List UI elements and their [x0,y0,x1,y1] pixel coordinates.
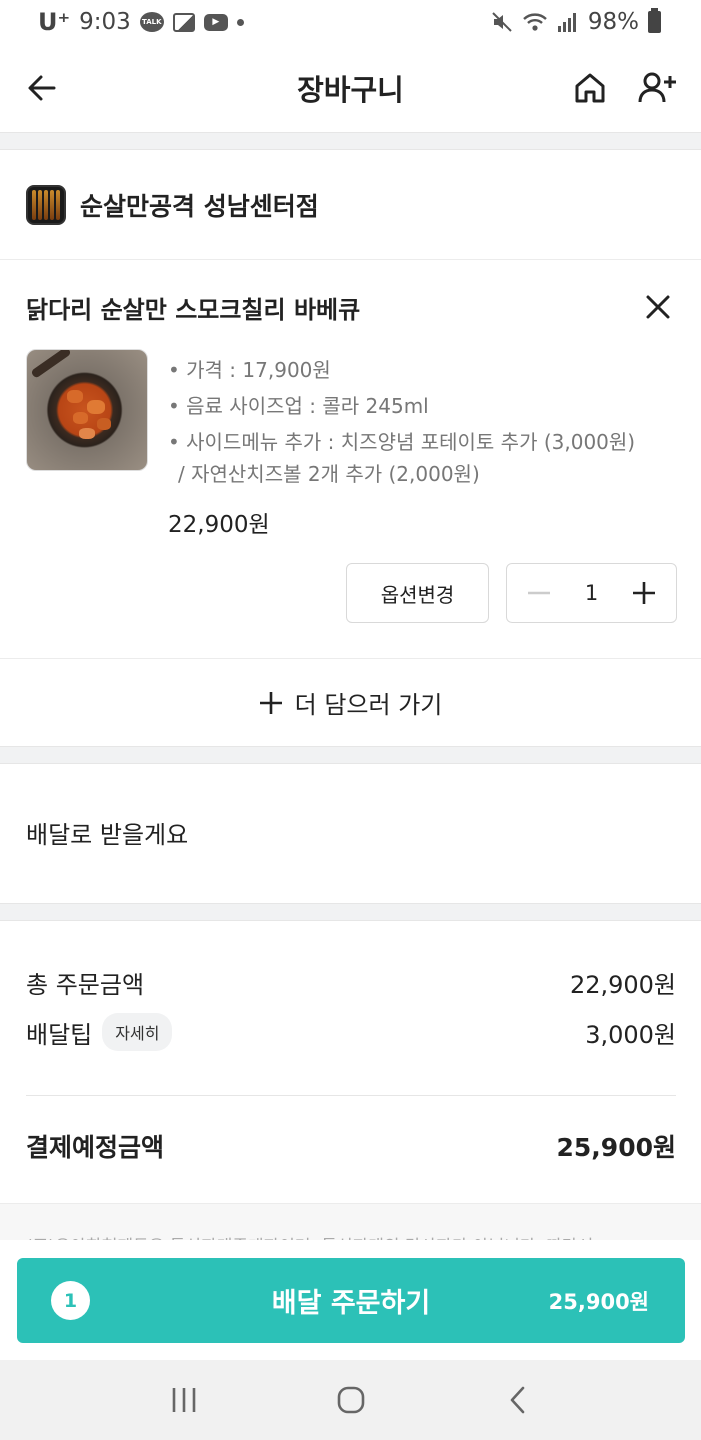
store-row[interactable]: 순살만공격 성남센터점 [0,150,701,260]
close-icon [646,295,670,319]
store-logo [26,184,66,225]
option-side: • 사이드메뉴 추가 : 치즈양념 포테이토 추가 (3,000원) [168,430,636,454]
back-button[interactable] [20,66,64,110]
status-bar: U⁺ 9:03 TALK ▶ 98% [0,0,701,44]
status-left: U⁺ 9:03 TALK ▶ [38,8,244,36]
status-right: 98% [491,8,661,35]
person-add-icon [638,72,676,103]
signal-icon [557,13,576,32]
system-nav-bar [0,1360,701,1440]
arrow-left-icon [28,75,56,101]
option-side-continued: / 자연산치즈볼 2개 추가 (2,000원) [178,462,480,486]
section-gap [0,746,701,764]
store-name: 순살만공격 성남센터점 [80,191,319,221]
remove-item-button[interactable] [637,286,679,328]
kakaotalk-icon: TALK [139,12,164,32]
total-order-value: 22,900원 [569,970,676,999]
mute-icon [492,12,512,32]
menu-image [26,349,148,471]
total-order-row: 총 주문금액 22,900원 [26,962,676,1002]
delivery-tip-label: 배달팁 [26,1020,93,1049]
add-friend-button[interactable] [636,66,680,110]
quantity-stepper: 1 [506,563,677,623]
home-nav-button[interactable] [327,1376,375,1424]
total-order-label: 총 주문금액 [26,970,145,999]
minus-icon [528,591,550,595]
section-gap [0,903,701,921]
recent-apps-button[interactable] [160,1376,208,1424]
gallery-icon [172,12,195,32]
home-button[interactable] [568,66,612,110]
option-drink: • 음료 사이즈업 : 콜라 245ml [168,394,429,418]
increase-button[interactable] [630,579,658,607]
item-price: 22,900원 [168,512,270,538]
payment-row: 결제예정금액 25,900원 [26,1126,676,1166]
decrease-button[interactable] [525,579,553,607]
home-circle-icon [337,1386,364,1414]
option-price: • 가격 : 17,900원 [168,358,331,382]
add-more-button[interactable]: 더 담으러 가기 [0,658,701,746]
battery-percent: 98% [587,9,639,35]
section-gap [0,132,701,150]
app-header: 장바구니 [0,44,701,132]
tip-detail-button[interactable]: 자세히 [102,1013,173,1051]
option-list: • 가격 : 17,900원 • 음료 사이즈업 : 콜라 245ml • 사이… [168,352,688,492]
add-more-label: 더 담으러 가기 [294,691,443,719]
quantity-value: 1 [584,581,599,605]
recent-apps-icon [172,1388,195,1412]
home-icon [575,73,605,103]
delivery-tip-row: 배달팁 자세히 3,000원 [26,1012,676,1052]
back-nav-button[interactable] [494,1376,542,1424]
payment-label: 결제예정금액 [26,1133,165,1162]
battery-icon [648,8,661,33]
menu-name: 닭다리 순살만 스모크칠리 바베큐 [26,296,361,324]
plus-icon [633,582,655,604]
plus-icon [259,691,282,714]
order-button[interactable]: 1 배달 주문하기 25,900원 [17,1258,685,1343]
order-button-amount: 25,900원 [548,1289,649,1314]
clock: 9:03 [79,9,131,35]
delivery-tip-value: 3,000원 [585,1020,676,1049]
delivery-tip-left: 배달팁 자세히 [26,1013,173,1051]
youtube-icon: ▶ [203,13,228,31]
chevron-left-icon [510,1386,524,1414]
payment-value: 25,900원 [556,1133,676,1162]
order-footer: 1 배달 주문하기 25,900원 [0,1240,701,1360]
notification-dot-icon [236,18,244,26]
page-title: 장바구니 [297,73,404,107]
carrier-label: U⁺ [38,8,71,36]
delivery-type-label: 배달로 받을게요 [26,821,189,849]
option-change-button[interactable]: 옵션변경 [346,563,489,623]
wifi-icon [523,13,547,31]
divider [26,1095,676,1096]
